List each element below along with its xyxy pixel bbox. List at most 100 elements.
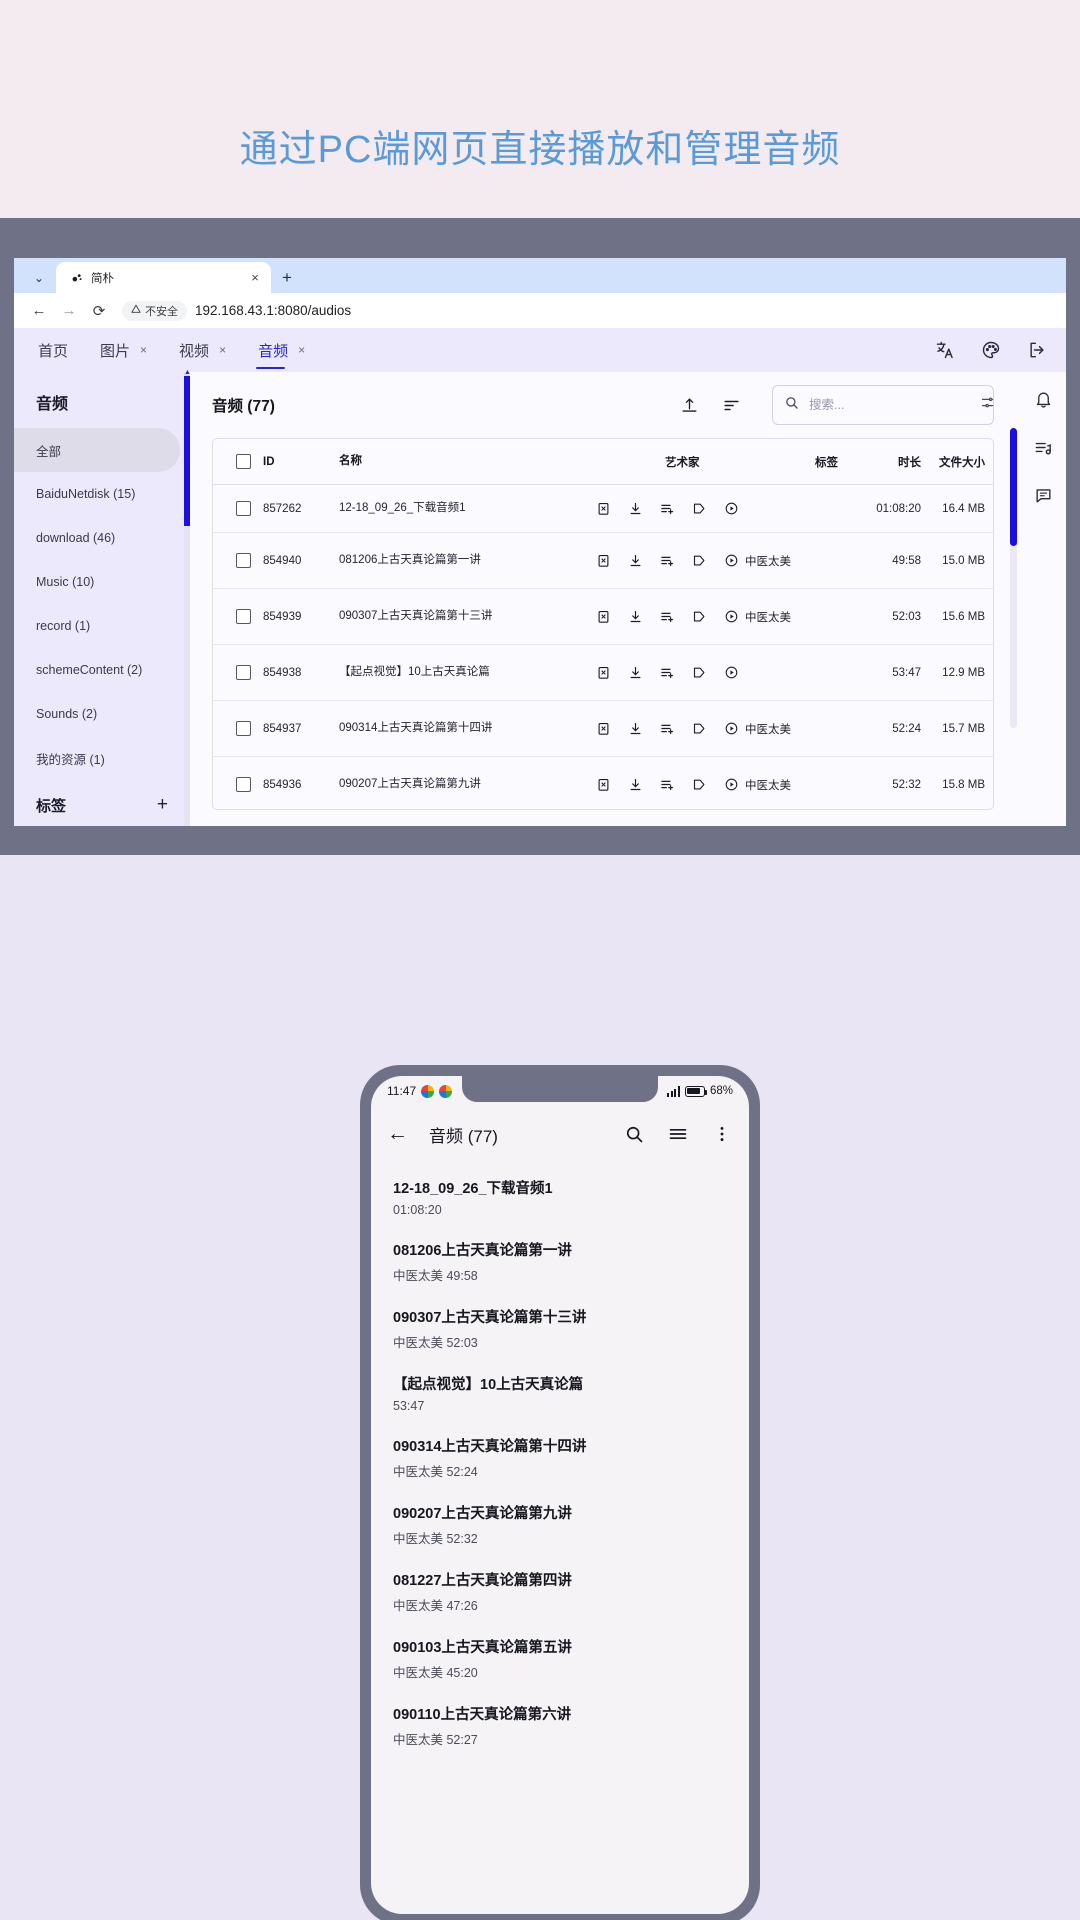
delete-icon[interactable]	[595, 720, 612, 737]
content-scrollbar-thumb[interactable]	[1010, 428, 1017, 546]
add-tag-button[interactable]: +	[157, 794, 168, 816]
table-row[interactable]: 854938 【起点视觉】10上古天真论篇 53:47 12.9 MB	[213, 645, 993, 701]
add-to-playlist-icon[interactable]	[659, 664, 676, 681]
delete-icon[interactable]	[595, 500, 612, 517]
forward-button[interactable]: →	[54, 296, 84, 326]
translate-icon[interactable]	[934, 339, 956, 361]
add-to-playlist-icon[interactable]	[659, 776, 676, 793]
add-to-playlist-icon[interactable]	[659, 608, 676, 625]
list-item[interactable]: 【起点视觉】10上古天真论篇 53:47	[371, 1362, 749, 1424]
row-checkbox[interactable]	[223, 721, 263, 736]
column-header-id[interactable]: ID	[263, 456, 339, 468]
tab-videos-close-icon[interactable]: ×	[219, 343, 226, 357]
tag-icon[interactable]	[691, 720, 708, 737]
table-row[interactable]: 854939 090307上古天真论篇第十三讲 中医太美 52:03 15.6 …	[213, 589, 993, 645]
logout-icon[interactable]	[1026, 339, 1048, 361]
delete-icon[interactable]	[595, 552, 612, 569]
play-icon[interactable]	[723, 552, 740, 569]
omnibox[interactable]: 不安全 192.168.43.1:8080/audios	[114, 298, 1056, 323]
tab-search-caret-icon[interactable]: ⌄	[22, 263, 56, 293]
list-item[interactable]: 081206上古天真论篇第一讲 中医太美 49:58	[371, 1228, 749, 1295]
column-header-size[interactable]: 文件大小	[921, 454, 989, 470]
sidebar-item-all[interactable]: 全部	[14, 428, 180, 472]
sort-icon[interactable]	[720, 394, 742, 416]
notification-icon[interactable]	[1032, 388, 1054, 410]
list-item[interactable]: 12-18_09_26_下载音频1 01:08:20	[371, 1166, 749, 1228]
list-item[interactable]: 090110上古天真论篇第六讲 中医太美 52:27	[371, 1692, 749, 1759]
play-icon[interactable]	[723, 608, 740, 625]
add-to-playlist-icon[interactable]	[659, 500, 676, 517]
list-item[interactable]: 090307上古天真论篇第十三讲 中医太美 52:03	[371, 1295, 749, 1362]
tag-icon[interactable]	[691, 500, 708, 517]
row-checkbox[interactable]	[223, 777, 263, 792]
search-input[interactable]	[809, 398, 970, 412]
tag-icon[interactable]	[691, 608, 708, 625]
list-item[interactable]: 090314上古天真论篇第十四讲 中医太美 52:24	[371, 1424, 749, 1491]
sidebar-item-download[interactable]: download (46)	[14, 516, 180, 560]
download-icon[interactable]	[627, 552, 644, 569]
sidebar-item-music[interactable]: Music (10)	[14, 560, 180, 604]
browser-tab-close-icon[interactable]: ×	[247, 270, 263, 285]
list-item[interactable]: 090207上古天真论篇第九讲 中医太美 52:32	[371, 1491, 749, 1558]
playlist-icon[interactable]	[1032, 436, 1054, 458]
add-to-playlist-icon[interactable]	[659, 720, 676, 737]
menu-icon[interactable]	[667, 1123, 689, 1145]
download-icon[interactable]	[627, 664, 644, 681]
delete-icon[interactable]	[595, 608, 612, 625]
sidebar-item-schemecontent[interactable]: schemeContent (2)	[14, 648, 180, 692]
new-tab-button[interactable]: +	[271, 262, 303, 293]
row-checkbox[interactable]	[223, 609, 263, 624]
row-checkbox[interactable]	[223, 665, 263, 680]
tab-images-close-icon[interactable]: ×	[140, 343, 147, 357]
download-icon[interactable]	[627, 608, 644, 625]
column-header-artist[interactable]: 艺术家	[665, 454, 815, 470]
download-icon[interactable]	[627, 500, 644, 517]
filter-icon[interactable]	[980, 395, 995, 415]
delete-icon[interactable]	[595, 664, 612, 681]
row-checkbox[interactable]	[223, 553, 263, 568]
row-checkbox[interactable]	[223, 501, 263, 516]
palette-icon[interactable]	[980, 339, 1002, 361]
play-icon[interactable]	[723, 720, 740, 737]
more-icon[interactable]	[711, 1123, 733, 1145]
tab-videos[interactable]: 视频 ×	[177, 328, 228, 372]
content-scrollbar[interactable]	[1010, 428, 1017, 728]
sidebar-item-baidunetdisk[interactable]: BaiduNetdisk (15)	[14, 472, 180, 516]
list-item[interactable]: 081227上古天真论篇第四讲 中医太美 47:26	[371, 1558, 749, 1625]
comment-icon[interactable]	[1032, 484, 1054, 506]
add-to-playlist-icon[interactable]	[659, 552, 676, 569]
tag-icon[interactable]	[691, 664, 708, 681]
tab-images[interactable]: 图片 ×	[98, 328, 149, 372]
column-header-tag[interactable]: 标签	[815, 454, 859, 470]
list-item[interactable]: 090103上古天真论篇第五讲 中医太美 45:20	[371, 1625, 749, 1692]
upload-icon[interactable]	[678, 394, 700, 416]
security-badge[interactable]: 不安全	[122, 300, 187, 321]
play-icon[interactable]	[723, 776, 740, 793]
download-icon[interactable]	[627, 776, 644, 793]
table-row[interactable]: 854936 090207上古天真论篇第九讲 中医太美 52:32 15.8 M…	[213, 757, 993, 809]
column-header-duration[interactable]: 时长	[859, 454, 921, 470]
table-row[interactable]: 854937 090314上古天真论篇第十四讲 中医太美 52:24 15.7 …	[213, 701, 993, 757]
tab-home[interactable]: 首页	[36, 328, 70, 372]
tag-icon[interactable]	[691, 552, 708, 569]
table-row[interactable]: 854940 081206上古天真论篇第一讲 中医太美 49:58 15.0 M…	[213, 533, 993, 589]
delete-icon[interactable]	[595, 776, 612, 793]
search-box[interactable]	[772, 385, 994, 425]
tab-audios-close-icon[interactable]: ×	[298, 343, 305, 357]
browser-tab[interactable]: 简朴 ×	[56, 262, 271, 293]
sidebar-item-sounds[interactable]: Sounds (2)	[14, 692, 180, 736]
sidebar-item-record[interactable]: record (1)	[14, 604, 180, 648]
play-icon[interactable]	[723, 664, 740, 681]
play-icon[interactable]	[723, 500, 740, 517]
table-row[interactable]: 857262 12-18_09_26_下载音频1 01:08:20 16.4 M…	[213, 485, 993, 533]
search-icon[interactable]	[623, 1123, 645, 1145]
download-icon[interactable]	[627, 720, 644, 737]
select-all-checkbox[interactable]	[223, 454, 263, 469]
tag-icon[interactable]	[691, 776, 708, 793]
sidebar-item-my-resources[interactable]: 我的资源 (1)	[14, 736, 180, 780]
back-button[interactable]: ←	[387, 1122, 421, 1146]
column-header-name[interactable]: 名称	[339, 454, 665, 470]
tab-audios[interactable]: 音频 ×	[256, 328, 307, 372]
reload-button[interactable]: ⟳	[84, 296, 114, 326]
back-button[interactable]: ←	[24, 296, 54, 326]
